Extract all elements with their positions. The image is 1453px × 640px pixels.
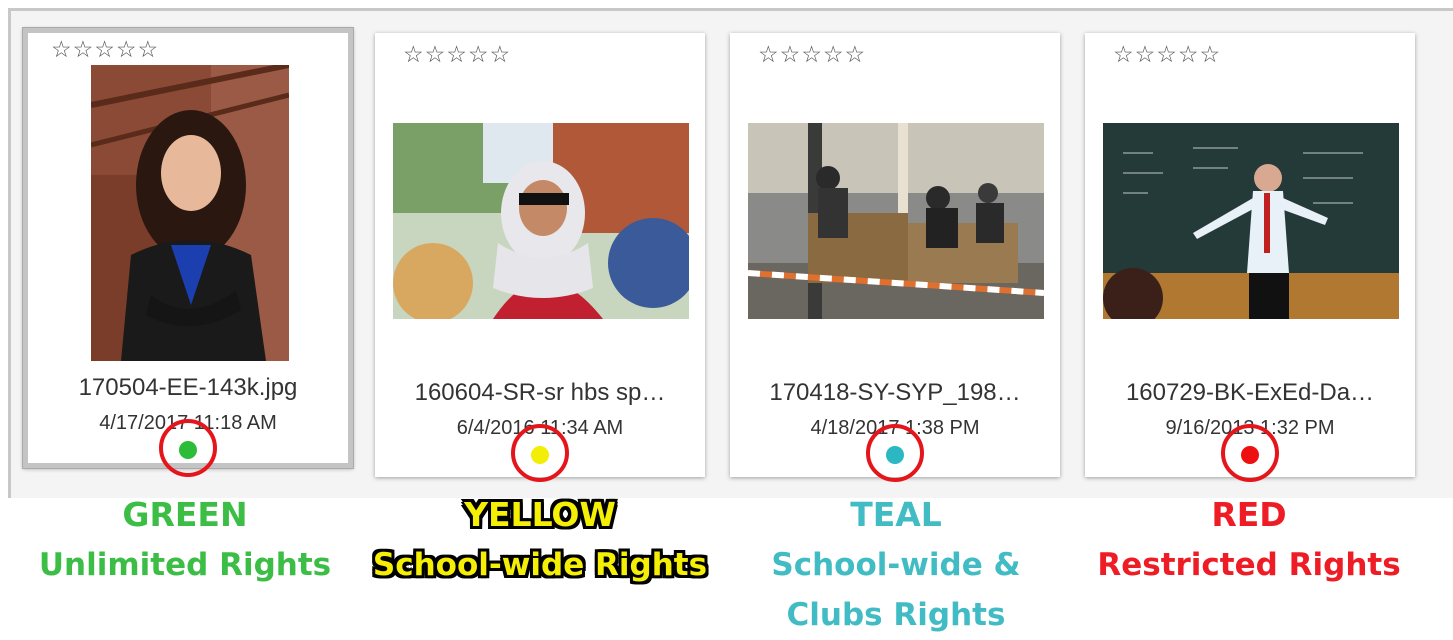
asset-thumbnail[interactable]	[1103, 123, 1399, 319]
asset-card[interactable]: ☆☆☆☆☆ 170504-EE-143k.jpg 4/17/2017 11:18…	[23, 28, 353, 477]
star-rating[interactable]: ☆☆☆☆☆	[1113, 43, 1221, 66]
asset-thumbnail[interactable]	[748, 123, 1044, 319]
legend-green: GREEN Unlimited Rights	[5, 490, 365, 590]
legend-subtitle: School-wide & Clubs Rights	[771, 547, 1021, 633]
highlight-ring	[1221, 424, 1279, 482]
legend-subtitle: Unlimited Rights	[38, 547, 332, 583]
asset-card[interactable]: ☆☆☆☆☆ 170418-SY-SYP_198… 4/18/2017 1:38 …	[730, 33, 1060, 482]
legend-title: GREEN	[122, 495, 248, 534]
legend-subtitle: Restricted Rights	[1097, 547, 1401, 583]
asset-filename[interactable]: 170418-SY-SYP_198…	[730, 379, 1060, 407]
legend-title: RED	[1211, 495, 1287, 534]
highlight-ring	[866, 424, 924, 482]
asset-thumbnail[interactable]	[91, 65, 289, 361]
legend-teal: TEAL School-wide & Clubs Rights	[716, 490, 1076, 640]
legend-yellow: YELLOW School-wide Rights	[360, 490, 720, 590]
asset-card[interactable]: ☆☆☆☆☆ 160604-SR-sr hbs sp… 6/4/2016 11:3…	[375, 33, 705, 482]
legend-title: TEAL	[850, 495, 942, 534]
asset-filename[interactable]: 160729-BK-ExEd-Da…	[1085, 379, 1415, 407]
legend-red: RED Restricted Rights	[1069, 490, 1429, 590]
asset-card[interactable]: ☆☆☆☆☆ 160729-BK-ExEd-Da… 9/16/2013 1:32 …	[1085, 33, 1415, 482]
asset-grid-panel: ☆☆☆☆☆ 170504-EE-143k.jpg 4/17/2017 11:18…	[8, 8, 1453, 498]
asset-filename[interactable]: 170504-EE-143k.jpg	[28, 374, 348, 402]
highlight-ring	[511, 424, 569, 482]
asset-filename[interactable]: 160604-SR-sr hbs sp…	[375, 379, 705, 407]
legend-title: YELLOW	[464, 495, 616, 534]
highlight-ring	[159, 419, 217, 477]
star-rating[interactable]: ☆☆☆☆☆	[758, 43, 866, 66]
asset-thumbnail[interactable]	[393, 123, 689, 319]
legend-subtitle: School-wide Rights	[372, 547, 708, 583]
star-rating[interactable]: ☆☆☆☆☆	[51, 38, 159, 61]
star-rating[interactable]: ☆☆☆☆☆	[403, 43, 511, 66]
